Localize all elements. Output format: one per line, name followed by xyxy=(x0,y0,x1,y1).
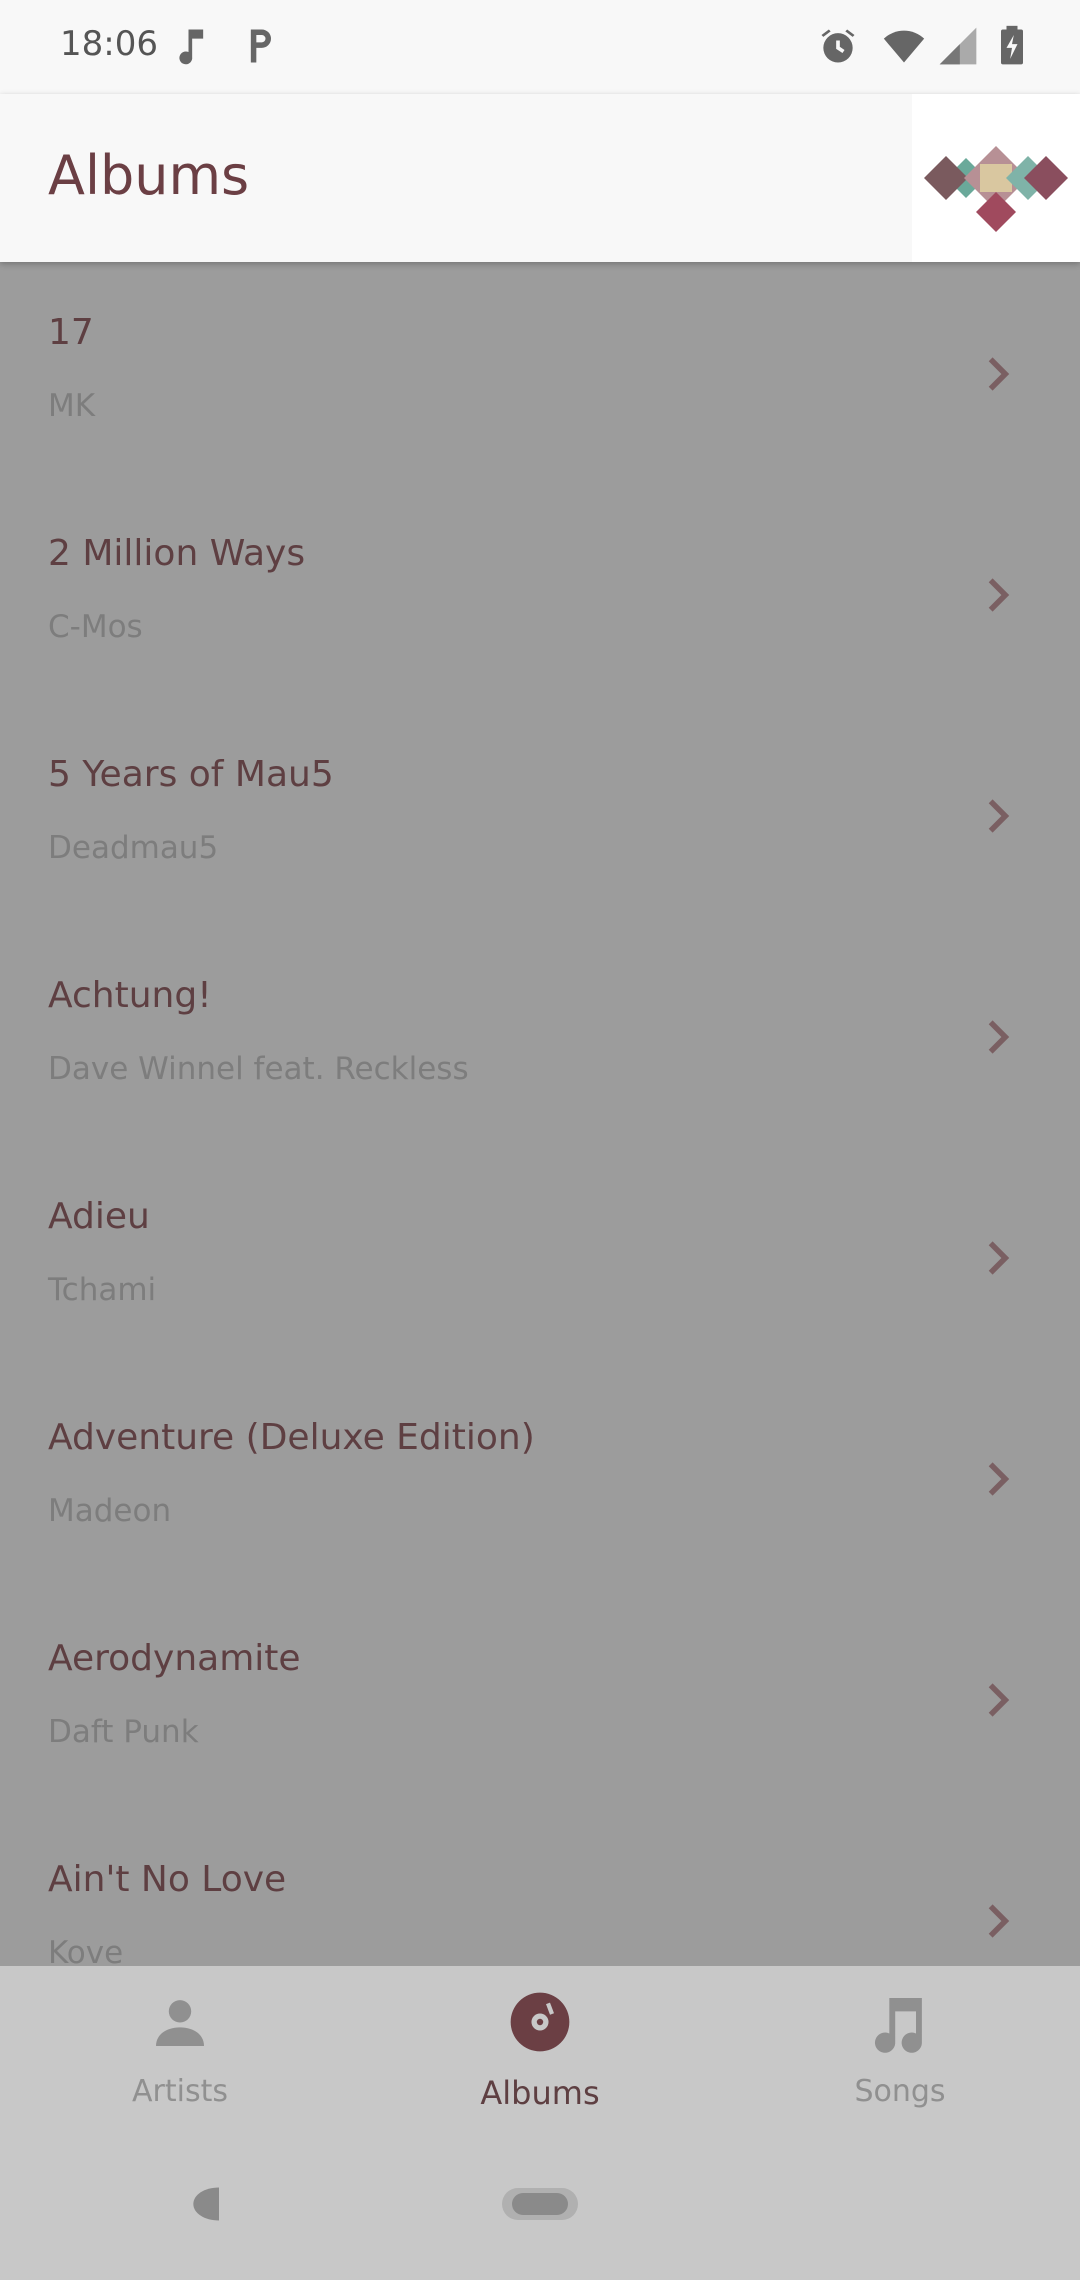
album-list-item[interactable]: Adventure (Deluxe Edition) Madeon xyxy=(0,1367,1080,1588)
logo-icon xyxy=(924,146,1068,232)
album-title: Ain't No Love xyxy=(48,1859,287,1900)
album-artist: Tchami xyxy=(48,1272,157,1308)
chevron-right-icon xyxy=(988,1462,1010,1496)
album-title: Aerodynamite xyxy=(48,1638,301,1679)
album-list-item[interactable]: 17 MK xyxy=(0,262,1080,483)
chevron-right-icon xyxy=(988,799,1010,833)
album-artist: Dave Winnel feat. Reckless xyxy=(48,1051,469,1087)
nav-item-songs[interactable]: Songs xyxy=(720,1966,1080,2136)
system-navigation-bar xyxy=(0,2136,1080,2280)
home-pill-icon[interactable] xyxy=(500,2182,580,2226)
album-list-item[interactable]: Adieu Tchami xyxy=(0,1146,1080,1367)
album-title: 17 xyxy=(48,312,94,353)
album-title: 5 Years of Mau5 xyxy=(48,754,334,795)
status-time: 18:06 xyxy=(60,24,158,64)
album-list-item[interactable]: Achtung! Dave Winnel feat. Reckless xyxy=(0,925,1080,1146)
page-title: Albums xyxy=(48,144,250,207)
chevron-right-icon xyxy=(988,1904,1010,1938)
bottom-navigation: Artists Albums Songs xyxy=(0,1966,1080,2136)
album-title: Adieu xyxy=(48,1196,150,1237)
album-artist: MK xyxy=(48,388,96,424)
album-list-item[interactable]: Aerodynamite Daft Punk xyxy=(0,1588,1080,1809)
nav-label-albums: Albums xyxy=(480,2074,600,2112)
app-bar: Albums xyxy=(0,94,1080,262)
wifi-icon xyxy=(883,30,925,63)
signal-icon xyxy=(939,27,977,65)
chevron-right-icon xyxy=(988,1683,1010,1717)
album-title: Adventure (Deluxe Edition) xyxy=(48,1417,535,1458)
app-logo[interactable] xyxy=(912,94,1080,262)
music-note-icon xyxy=(874,1998,922,2053)
back-icon[interactable] xyxy=(186,2182,230,2226)
chevron-right-icon xyxy=(988,1020,1010,1054)
battery-charging-icon xyxy=(1001,25,1023,65)
alarm-icon xyxy=(821,29,855,63)
album-artist: C-Mos xyxy=(48,609,143,645)
album-list[interactable]: 17 MK 2 Million Ways C-Mos 5 Years of Mau5 De… xyxy=(0,262,1080,1966)
album-list-item[interactable]: 2 Million Ways C-Mos xyxy=(0,483,1080,704)
album-list-item[interactable]: Ain't No Love Kove xyxy=(0,1809,1080,1966)
album-list-item[interactable]: 5 Years of Mau5 Deadmau5 xyxy=(0,704,1080,925)
chevron-right-icon xyxy=(988,357,1010,391)
chevron-right-icon xyxy=(988,578,1010,612)
person-icon xyxy=(156,2000,204,2046)
album-artist: Kove xyxy=(48,1935,124,1966)
album-artist: Madeon xyxy=(48,1493,172,1529)
status-bar: 18:06 xyxy=(0,0,1080,94)
album-title: 2 Million Ways xyxy=(48,533,306,574)
album-artist: Deadmau5 xyxy=(48,830,219,866)
album-artist: Daft Punk xyxy=(48,1714,199,1750)
parking-icon xyxy=(250,29,271,63)
screen: 18:06 Albums 17 MK 2 Million Ways C-Mos … xyxy=(0,0,1080,2280)
nav-item-artists[interactable]: Artists xyxy=(0,1966,360,2136)
music-note-icon xyxy=(179,29,204,65)
nav-label-artists: Artists xyxy=(132,2074,228,2109)
album-disc-icon xyxy=(510,1992,570,2052)
album-title: Achtung! xyxy=(48,975,212,1016)
nav-label-songs: Songs xyxy=(854,2074,946,2109)
nav-item-albums[interactable]: Albums xyxy=(360,1966,720,2136)
chevron-right-icon xyxy=(988,1241,1010,1275)
